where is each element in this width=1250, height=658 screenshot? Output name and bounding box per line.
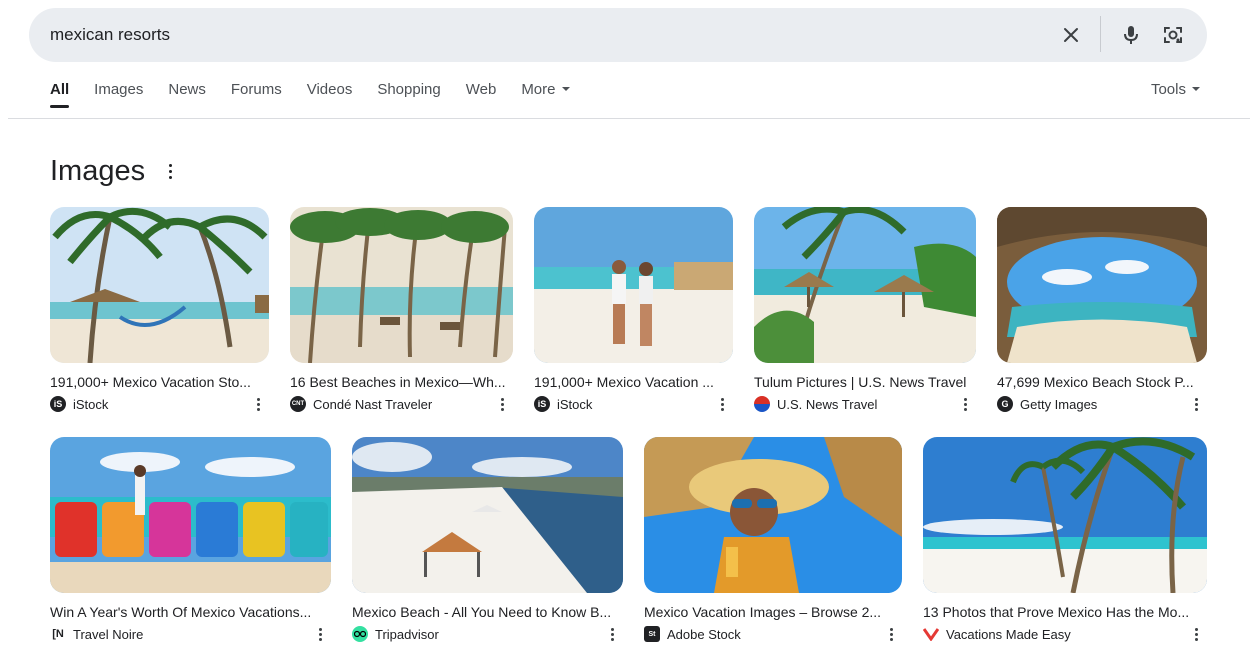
result-title[interactable]: Tulum Pictures | U.S. News Travel [754,373,976,391]
tab-all[interactable]: All [50,80,70,108]
microphone-icon[interactable] [1117,21,1145,49]
tab-label: Images [94,81,144,98]
tab-forums[interactable]: Forums [231,80,282,108]
more-options-icon[interactable] [315,626,325,642]
image-result-card: 16 Best Beaches in Mexico—Wh... CNT Cond… [290,207,513,413]
image-thumbnail[interactable] [534,207,733,363]
tab-news[interactable]: News [168,80,206,108]
tab-more[interactable]: More [521,80,570,108]
image-result-card: 191,000+ Mexico Vacation Sto... iS iStoc… [50,207,269,413]
tab-shopping[interactable]: Shopping [377,80,440,108]
lens-camera-icon[interactable] [1159,21,1187,49]
result-source[interactable]: G Getty Images [997,395,1207,413]
section-more-options-icon[interactable] [160,160,180,182]
result-source[interactable]: [N Travel Noire [50,625,331,643]
tab-label: More [521,81,556,98]
search-divider [1100,16,1101,52]
result-source[interactable]: St Adobe Stock [644,625,902,643]
conde-nast-favicon-icon: CNT [290,396,306,412]
source-name: iStock [73,396,109,412]
source-name: iStock [557,396,593,412]
more-options-icon[interactable] [607,626,617,642]
tools-button[interactable]: Tools [1151,80,1200,100]
tools-label: Tools [1150,81,1186,98]
more-options-icon[interactable] [1191,396,1201,412]
tab-label: Videos [306,81,353,98]
more-options-icon[interactable] [1191,626,1201,642]
result-source[interactable]: U.S. News Travel [754,395,976,413]
tab-label: All [50,81,70,98]
result-title[interactable]: 191,000+ Mexico Vacation Sto... [50,373,269,391]
tab-label: News [168,81,206,98]
image-thumbnail[interactable] [997,207,1207,363]
result-title[interactable]: Mexico Beach - All You Need to Know B... [352,603,623,621]
result-source[interactable]: iS iStock [50,395,269,413]
istock-favicon-icon: iS [534,396,550,412]
source-name: Condé Nast Traveler [313,396,433,412]
result-source[interactable]: Tripadvisor [352,625,623,643]
more-options-icon[interactable] [717,396,727,412]
image-result-card: Win A Year's Worth Of Mexico Vacations..… [50,437,331,643]
clear-search-icon[interactable] [1057,21,1085,49]
result-title[interactable]: 47,699 Mexico Beach Stock P... [997,373,1207,391]
image-thumbnail[interactable] [290,207,513,363]
result-title[interactable]: 191,000+ Mexico Vacation ... [534,373,733,391]
result-title[interactable]: Win A Year's Worth Of Mexico Vacations..… [50,603,331,621]
result-source[interactable]: Vacations Made Easy [923,625,1207,643]
getty-favicon-icon: G [997,396,1013,412]
tripadvisor-favicon-icon [352,626,368,642]
image-result-card: 191,000+ Mexico Vacation ... iS iStock [534,207,733,413]
vacations-made-easy-favicon-icon [923,626,939,642]
travel-noire-favicon-icon: [N [50,626,66,642]
source-name: Getty Images [1020,396,1098,412]
tab-images[interactable]: Images [94,80,143,108]
search-bar [29,8,1207,62]
source-name: U.S. News Travel [777,396,878,412]
result-source[interactable]: CNT Condé Nast Traveler [290,395,513,413]
more-options-icon[interactable] [497,396,507,412]
image-result-card: Mexico Vacation Images – Browse 2... St … [644,437,902,643]
image-thumbnail[interactable] [50,207,269,363]
caret-down-icon [561,87,570,91]
image-thumbnail[interactable] [754,207,976,363]
tab-label: Forums [230,81,282,98]
adobe-stock-favicon-icon: St [644,626,660,642]
images-section-title: Images [50,155,146,187]
source-name: Vacations Made Easy [946,626,1071,642]
source-name: Adobe Stock [667,626,741,642]
caret-down-icon [1192,87,1200,91]
source-name: Travel Noire [73,626,144,642]
image-thumbnail[interactable] [923,437,1207,593]
image-thumbnail[interactable] [352,437,623,593]
tab-web[interactable]: Web [466,80,497,108]
result-title[interactable]: 16 Best Beaches in Mexico—Wh... [290,373,513,391]
image-result-card: 13 Photos that Prove Mexico Has the Mo..… [923,437,1207,643]
source-name: Tripadvisor [375,626,439,642]
image-thumbnail[interactable] [644,437,902,593]
image-result-card: 47,699 Mexico Beach Stock P... G Getty I… [997,207,1207,413]
more-options-icon[interactable] [960,396,970,412]
tab-label: Shopping [377,81,441,98]
usnews-favicon-icon [754,396,770,412]
search-input[interactable] [50,23,950,47]
istock-favicon-icon: iS [50,396,66,412]
tab-label: Web [465,81,497,98]
tabs-divider [8,118,1250,119]
image-thumbnail[interactable] [50,437,331,593]
image-result-card: Mexico Beach - All You Need to Know B...… [352,437,623,643]
result-title[interactable]: 13 Photos that Prove Mexico Has the Mo..… [923,603,1207,621]
result-source[interactable]: iS iStock [534,395,733,413]
tab-videos[interactable]: Videos [307,80,353,108]
search-tabs: All Images News Forums Videos Shopping W… [50,80,595,108]
image-result-card: Tulum Pictures | U.S. News Travel U.S. N… [754,207,976,413]
more-options-icon[interactable] [253,396,263,412]
result-title[interactable]: Mexico Vacation Images – Browse 2... [644,603,902,621]
more-options-icon[interactable] [886,626,896,642]
